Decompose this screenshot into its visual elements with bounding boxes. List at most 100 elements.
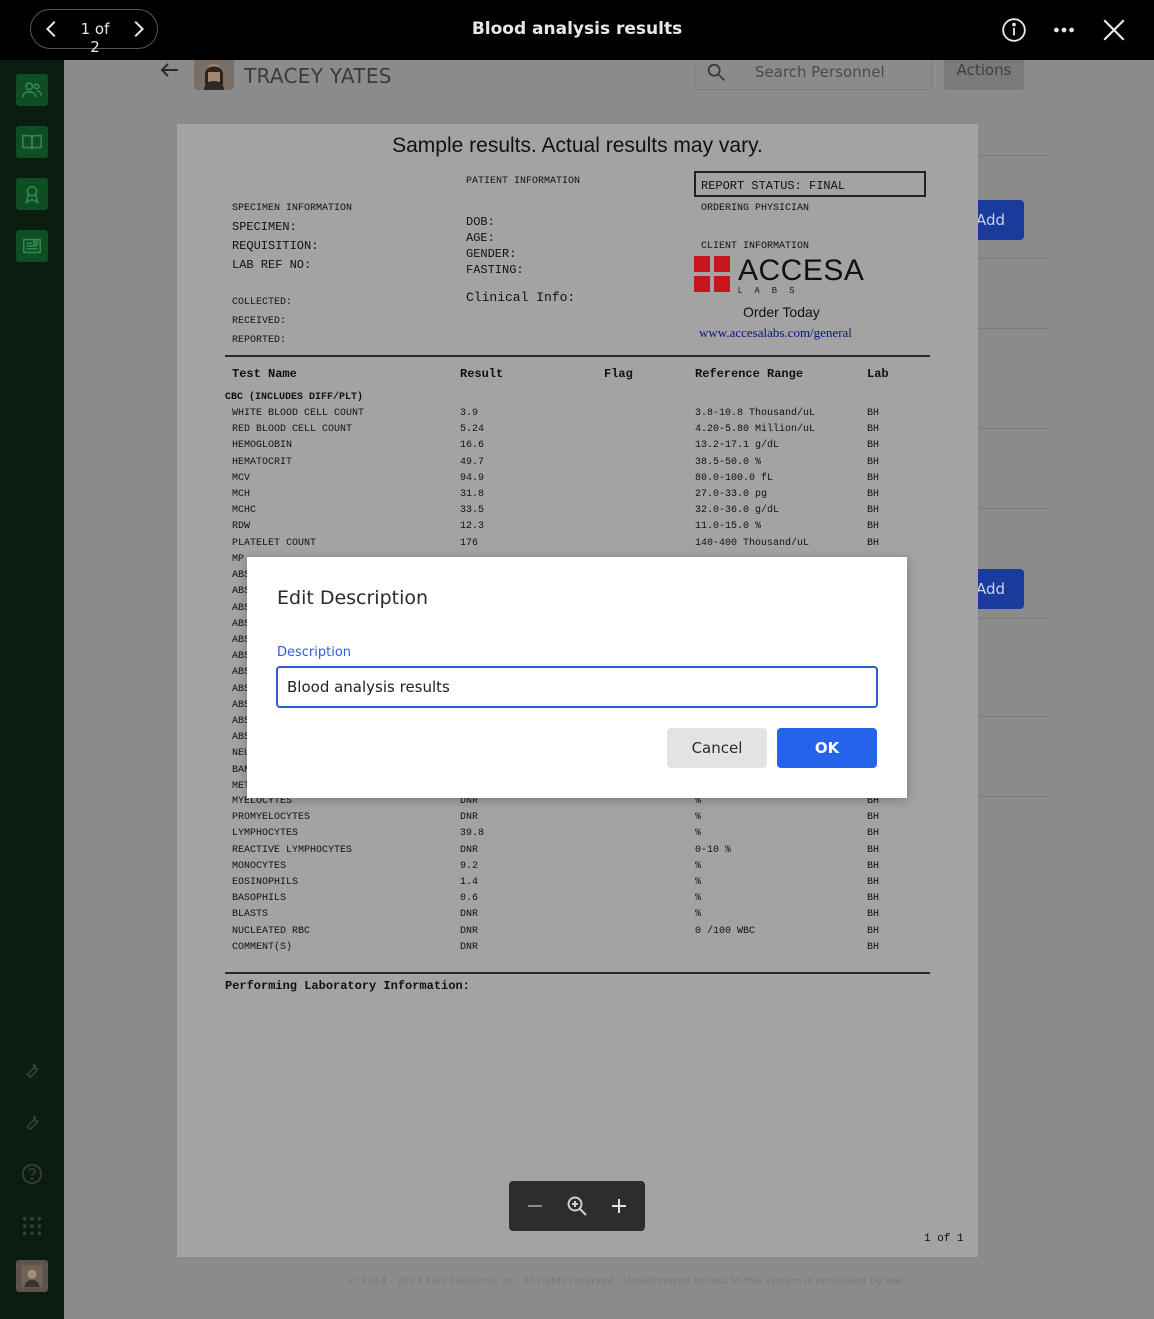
chevron-left-icon[interactable] bbox=[41, 18, 63, 40]
add-button[interactable]: Add bbox=[970, 569, 1024, 609]
test-name-cell: MCV bbox=[232, 472, 251, 484]
help-icon[interactable] bbox=[16, 1158, 48, 1190]
table-row: RED BLOOD CELL COUNT 5.24 4.20-5.80 Millio… bbox=[177, 424, 978, 440]
reference-range-cell: % bbox=[695, 860, 702, 872]
reference-range-cell: % bbox=[695, 812, 702, 824]
divider bbox=[225, 355, 930, 357]
add-button-label: Add bbox=[976, 211, 1006, 229]
lab-cell: BH bbox=[867, 909, 880, 921]
test-name-cell: BLASTS bbox=[232, 909, 269, 921]
lab-cell: BH bbox=[867, 472, 880, 484]
divider bbox=[978, 508, 1048, 509]
lab-cell: BH bbox=[867, 844, 880, 856]
divider bbox=[225, 972, 930, 974]
test-name-cell: MCHC bbox=[232, 505, 257, 517]
viewer-topbar: 1 of 2 Blood analysis results bbox=[0, 0, 1154, 60]
gender-label: GENDER: bbox=[466, 247, 517, 261]
award-icon[interactable] bbox=[16, 178, 48, 210]
order-today: Order Today bbox=[743, 304, 820, 320]
document-header: Sample results. Actual results may vary. bbox=[392, 134, 763, 157]
close-icon[interactable] bbox=[1101, 17, 1127, 43]
divider bbox=[978, 258, 1048, 259]
table-row: EOSINOPHILS 1.4% BH bbox=[177, 877, 978, 893]
col-test-name: Test Name bbox=[232, 367, 297, 381]
col-lab: Lab bbox=[867, 367, 889, 381]
add-button[interactable]: Add bbox=[970, 200, 1024, 240]
footer-copyright: © 2014 - 2023 ESO Solutions, Inc. All ri… bbox=[348, 1276, 903, 1287]
user-avatar[interactable] bbox=[16, 1260, 48, 1292]
lab-cell: BH bbox=[867, 860, 880, 872]
lab-cell: BH bbox=[867, 521, 880, 533]
people-icon[interactable] bbox=[16, 74, 48, 106]
test-name-cell: EOSINOPHILS bbox=[232, 877, 299, 888]
more-icon[interactable] bbox=[1051, 17, 1077, 43]
specimen-label: SPECIMEN: bbox=[232, 220, 297, 234]
result-cell: 3.9 bbox=[460, 408, 479, 419]
lab-cell: BH bbox=[867, 828, 880, 840]
lab-cell: BH bbox=[867, 941, 880, 953]
table-row: WHITE BLOOD CELL COUNT 3.9 3.8-10.8 Thousa… bbox=[177, 408, 978, 424]
ordering-physician-label: ORDERING PHYSICIAN bbox=[701, 203, 810, 214]
obscured-row-label: MP bbox=[232, 554, 245, 565]
result-cell: DNR bbox=[460, 909, 479, 921]
table-row: COMMENT(S) DNR BH bbox=[177, 942, 978, 958]
reference-range-cell: 140-400 Thousand/uL bbox=[695, 537, 810, 549]
test-name-cell: NUCLEATED RBC bbox=[232, 925, 311, 937]
reference-range-cell: % bbox=[695, 828, 702, 840]
test-name-cell: HEMOGLOBIN bbox=[232, 440, 293, 452]
info-icon[interactable] bbox=[1001, 17, 1027, 43]
document-page-count: 1 of 1 bbox=[924, 1233, 964, 1245]
search-placeholder: Search Personnel bbox=[755, 63, 885, 81]
test-name-cell: REACTIVE LYMPHOCYTES bbox=[232, 844, 353, 856]
reference-range-cell: 0 /100 WBC bbox=[695, 925, 756, 937]
back-arrow-icon[interactable] bbox=[158, 58, 182, 82]
search-personnel-input[interactable]: Search Personnel bbox=[694, 56, 932, 90]
zoom-toolbar bbox=[509, 1181, 645, 1231]
chevron-right-icon[interactable] bbox=[127, 18, 149, 40]
col-result: Result bbox=[460, 367, 504, 381]
book-icon[interactable] bbox=[16, 126, 48, 158]
reference-range-cell: 3.8-10.8 Thousand/uL bbox=[695, 408, 816, 419]
lab-cell: BH bbox=[867, 812, 880, 824]
test-name-cell: MCH bbox=[232, 489, 251, 500]
reference-range-cell: 32.0-36.0 g/dL bbox=[695, 505, 780, 517]
received-label: RECEIVED: bbox=[232, 316, 287, 327]
lab-cell: BH bbox=[867, 893, 880, 905]
test-name-cell: COMMENT(S) bbox=[232, 941, 293, 953]
newspaper-icon[interactable] bbox=[16, 230, 48, 262]
cancel-button[interactable]: Cancel bbox=[667, 728, 767, 768]
reference-range-cell: % bbox=[695, 909, 702, 921]
result-cell: 39.8 bbox=[460, 828, 485, 840]
result-cell: 49.7 bbox=[460, 456, 485, 468]
lab-cell: BH bbox=[867, 424, 880, 436]
reference-range-cell: % bbox=[695, 877, 702, 888]
ok-button[interactable]: OK bbox=[777, 728, 877, 768]
col-reference-range: Reference Range bbox=[695, 367, 804, 381]
result-cell: 16.6 bbox=[460, 440, 485, 452]
divider bbox=[978, 796, 1048, 797]
zoom-in-icon[interactable] bbox=[607, 1194, 631, 1218]
divider bbox=[978, 716, 1048, 717]
description-input[interactable] bbox=[276, 666, 878, 708]
sidebar bbox=[0, 60, 64, 1319]
divider bbox=[978, 328, 1048, 329]
col-flag: Flag bbox=[604, 367, 633, 381]
test-name-cell: BASOPHILS bbox=[232, 893, 287, 905]
table-row: BASOPHILS 0.6% BH bbox=[177, 893, 978, 909]
result-cell: DNR bbox=[460, 941, 479, 953]
search-icon bbox=[707, 63, 725, 81]
table-row: BLASTS DNR% BH bbox=[177, 909, 978, 925]
result-cell: 94.9 bbox=[460, 472, 485, 484]
accesa-logo-word: ACCESA bbox=[738, 254, 865, 287]
result-cell: 5.24 bbox=[460, 424, 485, 436]
edit-description-dialog: Edit Description Description Cancel OK bbox=[247, 557, 907, 798]
accesa-url[interactable]: www.accesalabs.com/general bbox=[699, 325, 852, 341]
zoom-fit-icon[interactable] bbox=[565, 1194, 589, 1218]
section-title: CBC (INCLUDES DIFF/PLT) bbox=[225, 392, 364, 403]
apps-grid-icon[interactable] bbox=[16, 1210, 48, 1242]
wrench-icon[interactable] bbox=[16, 1054, 48, 1086]
zoom-out-icon[interactable] bbox=[523, 1194, 547, 1218]
requisition-label: REQUISITION: bbox=[232, 239, 319, 253]
wrench-icon[interactable] bbox=[16, 1106, 48, 1138]
lab-cell: BH bbox=[867, 877, 880, 888]
